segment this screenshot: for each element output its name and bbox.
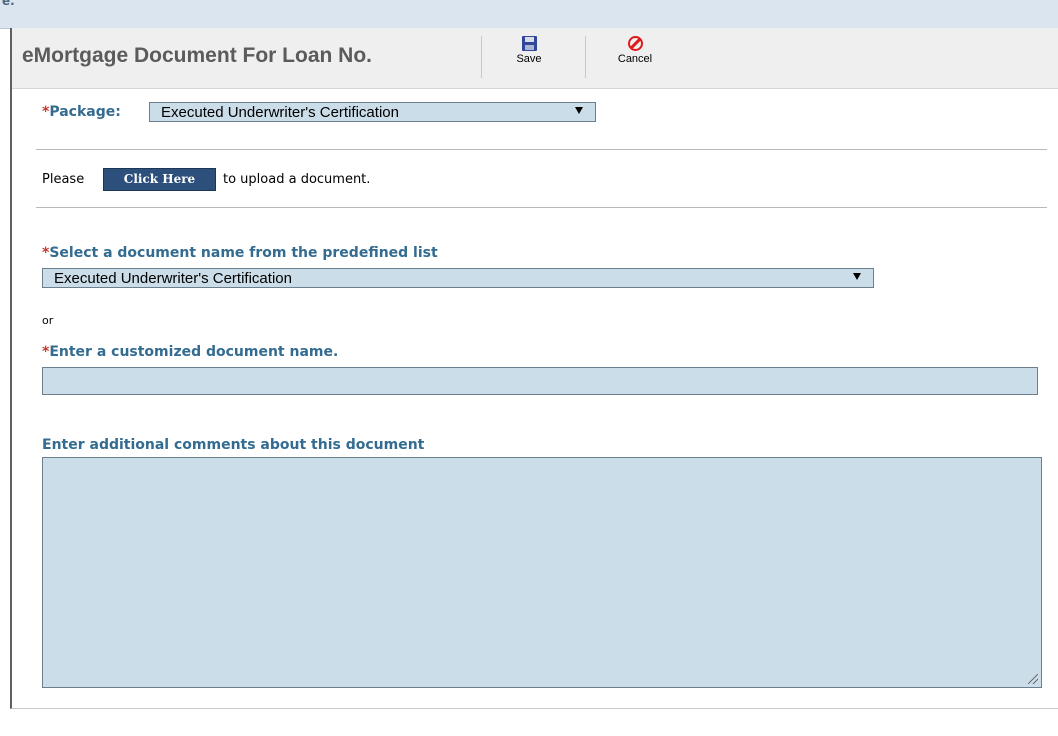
document-name-label: Select a document name from the predefin… [49,245,438,261]
custom-name-label-row: *Enter a customized document name. [42,344,338,360]
save-button[interactable]: Save [512,36,546,78]
custom-name-label: Enter a customized document name. [49,344,339,360]
upload-suffix-text: to upload a document. [223,172,371,187]
document-name-selected-value: Executed Underwriter's Certification [54,270,292,287]
toolbar-separator [481,36,482,78]
cancel-button-label: Cancel [617,53,653,65]
dropdown-arrow-icon [853,273,861,280]
document-name-label-row: *Select a document name from the predefi… [42,245,438,261]
resize-grip-icon[interactable] [1028,674,1038,684]
background-window-strip: e. [0,0,1058,29]
background-window-text: e. [2,0,15,8]
comments-textarea[interactable] [42,457,1042,688]
dropdown-arrow-icon [575,107,583,114]
package-label: Package: [49,104,121,120]
or-text: or [42,314,54,327]
upload-click-here-button[interactable]: Click Here [103,168,216,191]
section-divider [36,149,1047,150]
cancel-icon [627,36,643,51]
cancel-button[interactable]: Cancel [614,36,656,78]
package-select[interactable]: Executed Underwriter's Certification [149,102,596,122]
save-button-label: Save [516,53,542,65]
dialog-title: eMortgage Document For Loan No. [22,44,373,67]
section-divider [36,207,1047,208]
comments-label: Enter additional comments about this doc… [42,437,425,453]
toolbar-separator [585,36,586,78]
package-selected-value: Executed Underwriter's Certification [161,104,399,121]
package-label-row: *Package: [42,104,121,120]
custom-name-input[interactable] [42,367,1038,395]
upload-prefix-text: Please [42,172,85,187]
floppy-disk-icon [521,36,537,51]
document-name-select[interactable]: Executed Underwriter's Certification [42,268,874,288]
